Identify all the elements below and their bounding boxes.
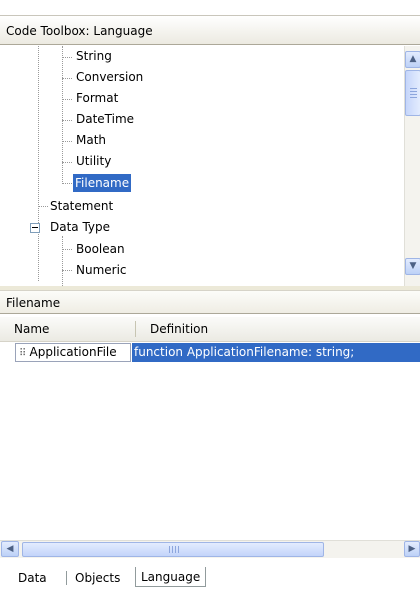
tab-strip: Data Objects Language: [0, 558, 420, 591]
collapse-icon[interactable]: [30, 223, 40, 233]
tree-item-conversion[interactable]: Conversion: [76, 67, 143, 87]
language-tree[interactable]: String Conversion Format DateTime Math U…: [0, 46, 404, 286]
tree-connector: [62, 78, 72, 79]
tree-item-math[interactable]: Math: [76, 130, 106, 150]
definitions-list: [0, 342, 420, 540]
panel-title: Code Toolbox: Language: [0, 15, 420, 45]
list-header: Name Definition: [0, 317, 420, 342]
tree-item-utility[interactable]: Utility: [76, 151, 111, 171]
tree-connector: [62, 162, 72, 163]
scroll-thumb[interactable]: [22, 542, 324, 557]
tree-item-boolean[interactable]: Boolean: [76, 239, 125, 259]
scroll-down-icon[interactable]: ▼: [405, 258, 420, 275]
tree-item-datetime[interactable]: DateTime: [76, 109, 134, 129]
tab-language[interactable]: Language: [135, 567, 207, 587]
tree-item-statement[interactable]: Statement: [50, 196, 113, 216]
tab-divider: [66, 571, 67, 585]
tree-connector: [38, 206, 48, 207]
tree-connector: [38, 46, 39, 281]
tree-connector: [62, 183, 72, 184]
tree-connector: [62, 270, 72, 271]
tree-item-filename[interactable]: Filename: [71, 173, 133, 193]
tree-connector: [62, 141, 72, 142]
row-name: ApplicationFile: [29, 345, 117, 359]
tree-connector: [62, 120, 72, 121]
section-title: Filename: [0, 290, 420, 314]
tree-connector: [62, 46, 63, 184]
scroll-thumb[interactable]: [405, 70, 420, 116]
list-horizontal-scrollbar[interactable]: ◀ ▶: [0, 540, 420, 558]
tree-item-string[interactable]: String: [76, 46, 112, 66]
tree-connector: [62, 57, 72, 58]
row-name-cell[interactable]: ⠿ ApplicationFile: [15, 343, 131, 362]
tree-item-data-type[interactable]: Data Type: [50, 217, 110, 237]
column-header-name[interactable]: Name: [0, 317, 120, 341]
table-row[interactable]: ⠿ ApplicationFile function ApplicationFi…: [0, 343, 420, 363]
tab-objects[interactable]: Objects: [70, 568, 125, 588]
tree-item-format[interactable]: Format: [76, 88, 118, 108]
scroll-right-icon[interactable]: ▶: [404, 541, 420, 557]
tab-data[interactable]: Data: [13, 568, 52, 588]
scroll-up-icon[interactable]: ▲: [405, 51, 420, 68]
tree-vertical-scrollbar[interactable]: ▲ ▼: [404, 46, 420, 286]
tree-connector: [62, 236, 63, 286]
tree-connector: [62, 249, 72, 250]
column-header-definition[interactable]: Definition: [136, 317, 420, 341]
grip-icon: ⠿: [19, 348, 30, 359]
tree-item-numeric[interactable]: Numeric: [76, 260, 127, 280]
scroll-left-icon[interactable]: ◀: [1, 541, 19, 557]
row-definition-cell[interactable]: function ApplicationFilename: string;: [132, 343, 420, 362]
tree-connector: [62, 99, 72, 100]
